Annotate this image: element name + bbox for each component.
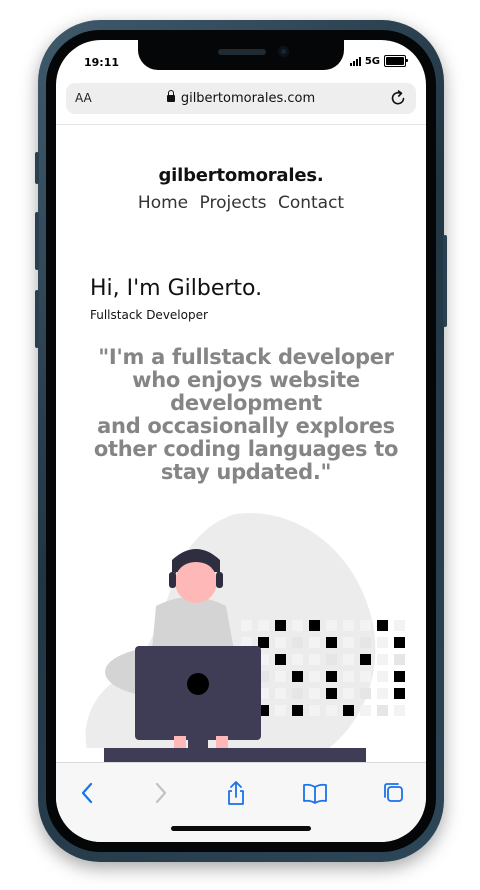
pixel-square bbox=[309, 620, 320, 631]
nav-contact[interactable]: Contact bbox=[278, 193, 344, 213]
pixel-square bbox=[309, 654, 320, 665]
nav-home[interactable]: Home bbox=[138, 193, 188, 213]
pixel-square bbox=[258, 637, 269, 648]
pixel-square bbox=[326, 688, 337, 699]
pixel-square bbox=[377, 620, 388, 631]
volume-down-button bbox=[35, 290, 39, 348]
status-time: 19:11 bbox=[84, 56, 120, 69]
pixel-square bbox=[292, 705, 303, 716]
pixel-square bbox=[292, 637, 303, 648]
pixel-square bbox=[275, 688, 286, 699]
pixel-square bbox=[326, 637, 337, 648]
tabs-icon[interactable] bbox=[379, 779, 407, 807]
speaker-grille bbox=[218, 49, 266, 55]
pixel-square bbox=[377, 654, 388, 665]
status-indicators: 5G bbox=[349, 54, 408, 68]
quote-line: development bbox=[170, 391, 322, 415]
pixel-square bbox=[377, 688, 388, 699]
developer-illustration bbox=[56, 513, 426, 770]
pixel-square bbox=[275, 620, 286, 631]
pixel-square bbox=[394, 620, 405, 631]
pixel-square bbox=[343, 671, 354, 682]
silent-switch bbox=[35, 152, 39, 184]
lock-icon bbox=[166, 90, 175, 102]
reload-icon[interactable] bbox=[388, 88, 408, 108]
volume-up-button bbox=[35, 212, 39, 270]
power-button bbox=[443, 235, 447, 327]
pixel-square bbox=[394, 671, 405, 682]
pixel-square bbox=[360, 620, 371, 631]
url-field[interactable]: gilbertomorales.com bbox=[66, 90, 416, 106]
pixel-square bbox=[394, 637, 405, 648]
pixel-square bbox=[275, 705, 286, 716]
pixel-square bbox=[377, 705, 388, 716]
pixel-square bbox=[343, 620, 354, 631]
pixel-square bbox=[258, 620, 269, 631]
front-camera bbox=[278, 46, 289, 57]
pixel-square bbox=[360, 671, 371, 682]
network-type: 5G bbox=[364, 55, 380, 67]
forward-icon[interactable] bbox=[146, 779, 174, 807]
back-icon[interactable] bbox=[74, 779, 102, 807]
pixel-square bbox=[377, 671, 388, 682]
quote-line: and occasionally explores bbox=[97, 414, 395, 438]
hero-greeting: Hi, I'm Gilberto. bbox=[90, 276, 263, 301]
pixel-square bbox=[275, 637, 286, 648]
pixel-square bbox=[309, 671, 320, 682]
pixel-square bbox=[343, 637, 354, 648]
notch bbox=[138, 40, 344, 70]
header-divider bbox=[56, 124, 426, 125]
pixel-square bbox=[292, 620, 303, 631]
pixel-square bbox=[326, 620, 337, 631]
pixel-square bbox=[309, 637, 320, 648]
address-bar[interactable]: AA gilbertomorales.com bbox=[66, 83, 416, 114]
share-icon[interactable] bbox=[222, 779, 250, 807]
hero-quote: "I'm a fullstack developer who enjoys we… bbox=[86, 346, 406, 484]
quote-line: stay updated." bbox=[160, 460, 332, 484]
pixel-square bbox=[275, 654, 286, 665]
pixel-square bbox=[360, 705, 371, 716]
bookmarks-icon[interactable] bbox=[301, 779, 329, 807]
pixel-square bbox=[275, 671, 286, 682]
home-indicator bbox=[171, 826, 311, 831]
pixel-square bbox=[326, 654, 337, 665]
site-nav: Home Projects Contact bbox=[56, 193, 426, 213]
pixel-square bbox=[394, 688, 405, 699]
nav-projects[interactable]: Projects bbox=[200, 193, 267, 213]
pixel-square bbox=[394, 654, 405, 665]
pixel-square bbox=[326, 671, 337, 682]
pixel-square bbox=[343, 705, 354, 716]
signal-icon bbox=[349, 56, 361, 66]
pixel-square bbox=[292, 671, 303, 682]
site-logo[interactable]: gilbertomorales. bbox=[56, 165, 426, 186]
quote-line: who enjoys website bbox=[132, 368, 360, 392]
pixel-square bbox=[241, 620, 252, 631]
pixel-square bbox=[377, 637, 388, 648]
screen: 19:11 5G AA gilbertomorales.com gilberto… bbox=[56, 40, 426, 842]
url-text: gilbertomorales.com bbox=[180, 91, 316, 106]
pixel-square bbox=[343, 688, 354, 699]
pixel-square bbox=[360, 637, 371, 648]
hero-role: Fullstack Developer bbox=[90, 308, 208, 322]
pixel-square bbox=[292, 654, 303, 665]
pixel-square bbox=[326, 705, 337, 716]
quote-line: "I'm a fullstack developer bbox=[98, 345, 394, 369]
pixel-square bbox=[292, 688, 303, 699]
pixel-square bbox=[360, 654, 371, 665]
pixel-square bbox=[343, 654, 354, 665]
pixel-square bbox=[309, 688, 320, 699]
battery-icon bbox=[384, 55, 408, 67]
quote-line: other coding languages to bbox=[93, 437, 399, 461]
pixel-square bbox=[360, 688, 371, 699]
pixel-square bbox=[309, 705, 320, 716]
pixel-square bbox=[394, 705, 405, 716]
